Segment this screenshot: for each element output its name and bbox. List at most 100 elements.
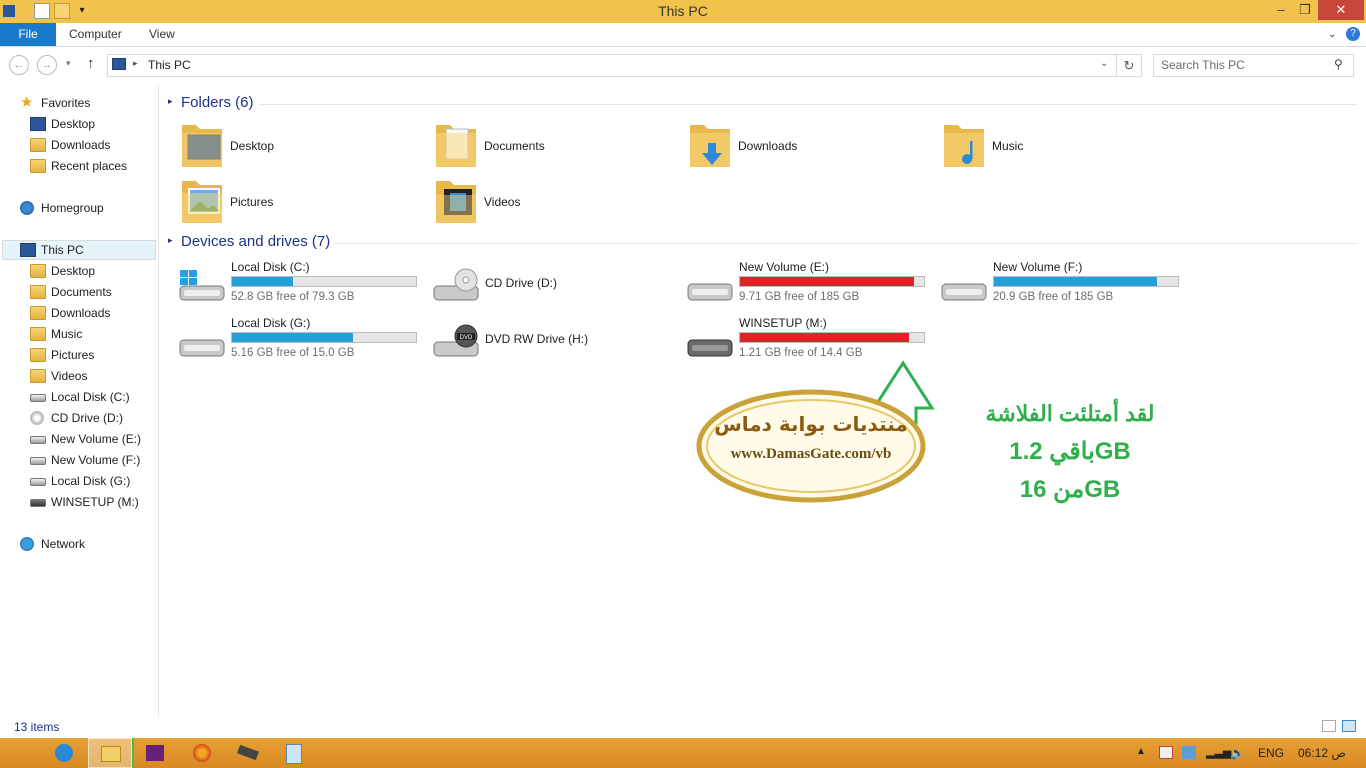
usb-app-icon[interactable]	[226, 738, 270, 768]
file-explorer-icon[interactable]	[88, 738, 132, 768]
drive-icon	[179, 339, 225, 357]
desktop-icon	[30, 117, 46, 131]
usage-fill	[994, 277, 1158, 286]
network-icon	[20, 537, 34, 551]
drive-icon	[30, 478, 46, 486]
usage-bar	[231, 332, 417, 343]
show-hidden-icons[interactable]: ▲	[1136, 746, 1146, 757]
cd-icon	[30, 411, 44, 425]
logo-url: www.DamasGate.com/vb	[730, 446, 892, 462]
watermark-logo: منتديات بوابة دماس www.DamasGate.com/vb	[695, 388, 927, 504]
drive-icon	[687, 283, 733, 301]
forward-button[interactable]: →	[37, 55, 57, 75]
firefox-icon[interactable]	[180, 738, 224, 768]
videos-folder-icon	[436, 181, 476, 223]
status-bar: 13 items	[0, 717, 1366, 738]
search-input[interactable]: Search This PC ⚲	[1153, 54, 1354, 77]
breadcrumb[interactable]: This PC	[148, 58, 191, 72]
usage-fill	[740, 277, 915, 286]
usage-bar	[993, 276, 1179, 287]
clock[interactable]: 06:12 ص	[1298, 746, 1346, 760]
action-center-icon[interactable]	[1159, 746, 1173, 759]
computer-icon	[112, 58, 126, 70]
svg-text:DVD: DVD	[460, 335, 473, 341]
collapse-folders-icon[interactable]: ▸	[168, 96, 173, 107]
large-icons-view-icon[interactable]	[1342, 720, 1356, 732]
recent-places-icon	[30, 159, 46, 173]
usage-bar	[739, 276, 925, 287]
folder-icon	[30, 306, 46, 320]
drives-header[interactable]: Devices and drives (7)	[181, 233, 330, 250]
address-dropdown-icon[interactable]: ⌄	[1100, 58, 1108, 69]
minimize-button[interactable]: –	[1268, 0, 1294, 20]
taskbar: ▲ ▂▃▅ 🔈 ENG 06:12 ص	[0, 738, 1366, 768]
up-button[interactable]: ↑	[87, 55, 95, 72]
volume-icon[interactable]: 🔈	[1230, 746, 1245, 760]
folder-icon	[30, 327, 46, 341]
drive-e[interactable]: New Volume (E:) 9.71 GB free of 185 GB	[686, 260, 936, 310]
details-view-icon[interactable]	[1322, 720, 1336, 732]
drive-g[interactable]: Local Disk (G:) 5.16 GB free of 15.0 GB	[178, 316, 428, 366]
tab-file[interactable]: File	[0, 23, 56, 46]
drive-m[interactable]: WINSETUP (M:) 1.21 GB free of 14.4 GB	[686, 316, 936, 366]
visual-studio-icon[interactable]	[134, 738, 178, 768]
usage-fill	[740, 333, 909, 342]
annotation-line1: لقد أمتلئت الفلاشة	[985, 401, 1155, 426]
folder-icon	[30, 285, 46, 299]
recent-locations-icon[interactable]: ▾	[66, 58, 71, 69]
folder-icon	[30, 369, 46, 383]
homegroup-icon	[20, 201, 34, 215]
drive-d[interactable]: CD Drive (D:)	[432, 260, 682, 310]
usage-fill	[232, 277, 294, 286]
help-icon[interactable]: ?	[1346, 27, 1360, 41]
drive-icon	[30, 394, 46, 402]
navigation-pane: ★ Favorites Desktop Downloads Recent pla…	[0, 85, 159, 717]
cd-drive-icon	[433, 268, 479, 301]
refresh-icon[interactable]: ↻	[1116, 55, 1141, 76]
drive-h[interactable]: DVD DVD RW Drive (H:)	[432, 316, 682, 366]
window-title: This PC	[658, 3, 708, 19]
dvd-drive-icon: DVD	[433, 324, 479, 357]
arabic-annotation: لقد أمتلئت الفلاشة باقي 1.2GB من 16GB	[960, 395, 1180, 509]
back-button[interactable]: ←	[9, 55, 29, 75]
close-button[interactable]: ✕	[1318, 0, 1364, 20]
folder-icon	[30, 264, 46, 278]
drive-c[interactable]: Local Disk (C:) 52.8 GB free of 79.3 GB	[178, 260, 428, 310]
logo-arabic: منتديات بوابة دماس	[714, 412, 908, 436]
usb-drive-icon	[687, 339, 733, 357]
device-icon[interactable]	[1182, 746, 1196, 759]
maximize-button[interactable]: ❐	[1292, 0, 1318, 20]
computer-icon	[20, 243, 36, 257]
breadcrumb-chevron-icon[interactable]: ▸	[133, 58, 138, 69]
ribbon: File Computer View ⌄ ?	[0, 23, 1366, 47]
drive-icon	[941, 283, 987, 301]
address-row: ← → ▾ ↑ ▸ This PC ⌄ ↻ Search This PC ⚲	[0, 47, 1366, 85]
address-bar[interactable]: ▸ This PC ⌄ ↻	[107, 54, 1142, 77]
folders-divider	[259, 104, 1357, 105]
collapse-drives-icon[interactable]: ▸	[168, 235, 173, 246]
tab-view[interactable]: View	[149, 23, 175, 46]
network-signal-icon[interactable]: ▂▃▅	[1206, 746, 1231, 759]
usb-drive-icon	[30, 499, 46, 507]
usage-fill	[232, 333, 353, 342]
item-count: 13 items	[14, 720, 60, 734]
search-icon[interactable]: ⚲	[1334, 57, 1343, 71]
documents-folder-icon	[436, 125, 476, 167]
tab-computer[interactable]: Computer	[69, 23, 122, 46]
usage-bar	[739, 332, 925, 343]
language-indicator[interactable]: ENG	[1258, 746, 1284, 760]
folders-header[interactable]: Folders (6)	[181, 94, 254, 111]
music-folder-icon	[944, 125, 984, 167]
pictures-folder-icon	[182, 181, 222, 223]
desktop-folder-icon	[182, 125, 222, 167]
drive-f[interactable]: New Volume (F:) 20.9 GB free of 185 GB	[940, 260, 1190, 310]
windows-drive-icon	[179, 270, 225, 301]
annotation-line3: من 16GB	[1019, 476, 1121, 503]
expand-ribbon-icon[interactable]: ⌄	[1328, 23, 1336, 46]
drive-icon	[30, 457, 46, 465]
notepad-icon[interactable]	[272, 738, 316, 768]
drives-divider	[333, 243, 1357, 244]
star-icon: ★	[20, 94, 34, 111]
downloads-folder-icon	[690, 125, 730, 167]
internet-explorer-icon[interactable]	[42, 738, 86, 768]
